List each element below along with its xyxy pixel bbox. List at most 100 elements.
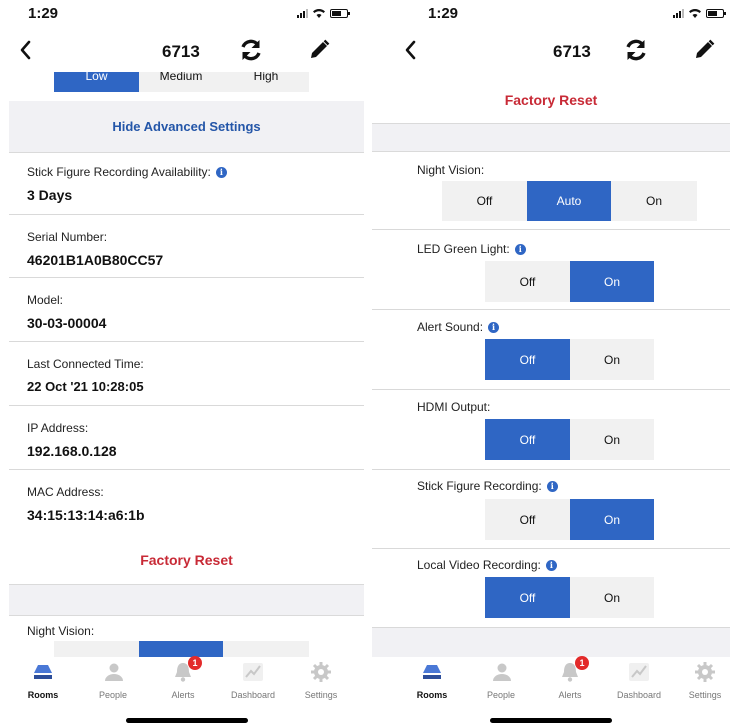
alert-sound-row: Alert Sound: i Off On <box>372 310 730 390</box>
night-vision-off-button[interactable] <box>54 641 139 657</box>
section-divider-band <box>372 123 730 152</box>
stick-figure-recording-toggle: Off On <box>485 499 654 540</box>
hdmi-output-off-button[interactable]: Off <box>485 419 570 460</box>
local-video-recording-toggle: Off On <box>485 577 654 618</box>
info-row-label: Model: <box>27 293 64 307</box>
settings-icon <box>695 662 715 682</box>
battery-icon <box>706 8 726 18</box>
alerts-badge: 1 <box>188 656 202 670</box>
info-icon[interactable]: i <box>488 321 500 333</box>
tab-label: Rooms <box>416 690 448 700</box>
info-row-last-connected: Last Connected Time: 22 Oct '21 10:28:05 <box>9 342 364 406</box>
back-arrow-icon[interactable] <box>15 38 37 62</box>
refresh-icon[interactable] <box>623 37 649 63</box>
info-row-mac-address: MAC Address: 34:15:13:14:a6:1b <box>9 470 364 533</box>
settings-scroll-area[interactable]: Factory Reset Night Vision: Off Auto On … <box>372 80 730 657</box>
toggle-label: LED Green Light: <box>417 242 510 256</box>
wifi-icon <box>313 9 325 18</box>
refresh-icon[interactable] <box>238 37 264 63</box>
local-video-recording-off-button[interactable]: Off <box>485 577 570 618</box>
info-icon[interactable]: i <box>514 243 526 255</box>
info-icon[interactable]: i <box>215 166 227 178</box>
hdmi-output-on-button[interactable]: On <box>570 419 654 460</box>
status-time: 1:29 <box>28 5 59 22</box>
night-vision-on-button[interactable]: On <box>611 181 697 221</box>
local-video-recording-row: Local Video Recording: i Off On <box>372 549 730 628</box>
factory-reset-button[interactable]: Factory Reset <box>9 552 364 568</box>
status-icons <box>673 8 726 18</box>
section-divider-band <box>372 628 730 657</box>
alert-sound-on-button[interactable]: On <box>570 339 654 380</box>
people-icon <box>105 663 123 681</box>
wifi-icon <box>689 9 701 18</box>
phone-screen-left: 1:29 6713 Low Medium High Hide Advanced … <box>9 0 364 723</box>
night-vision-off-button[interactable]: Off <box>442 181 527 221</box>
night-vision-auto-button[interactable] <box>139 641 223 657</box>
sensitivity-medium-button[interactable]: Medium <box>139 72 223 92</box>
rooms-icon <box>34 665 52 679</box>
advanced-settings-band: Hide Advanced Settings <box>9 101 364 153</box>
sensitivity-low-button[interactable]: Low <box>54 72 139 92</box>
info-icon[interactable]: i <box>546 480 558 492</box>
tab-label: Dashboard <box>616 690 662 700</box>
tab-label: Dashboard <box>230 690 276 700</box>
toggle-label: Local Video Recording: <box>417 558 541 572</box>
home-indicator <box>125 718 248 723</box>
home-indicator <box>490 718 612 723</box>
back-arrow-icon[interactable] <box>400 38 422 62</box>
stick-figure-recording-on-button[interactable]: On <box>570 499 654 540</box>
phone-screen-right: 1:29 6713 Factory Reset Night Vision: Of… <box>372 0 730 723</box>
factory-reset-button[interactable]: Factory Reset <box>372 92 730 108</box>
night-vision-segmented-control <box>54 641 309 657</box>
tab-label: Settings <box>688 690 722 700</box>
sensitivity-segmented-control: Low Medium High <box>54 72 309 92</box>
info-row-model: Model: 30-03-00004 <box>9 278 364 342</box>
info-icon[interactable]: i <box>545 559 557 571</box>
led-green-light-off-button[interactable]: Off <box>485 261 570 302</box>
bottom-tab-bar: Rooms People 1 Alerts Dashboard Settings <box>372 656 730 723</box>
info-row-label: Serial Number: <box>27 230 108 244</box>
tab-label: Alerts <box>558 690 582 700</box>
local-video-recording-on-button[interactable]: On <box>570 577 654 618</box>
device-title: 6713 <box>553 42 591 61</box>
tab-label: Settings <box>304 690 338 700</box>
hdmi-output-row: HDMI Output: Off On <box>372 390 730 470</box>
info-row-value: 30-03-00004 <box>27 315 107 331</box>
battery-icon <box>330 8 350 18</box>
led-green-light-row: LED Green Light: i Off On <box>372 230 730 310</box>
night-vision-label: Night Vision: <box>27 624 95 638</box>
rooms-icon <box>423 665 441 679</box>
settings-scroll-area[interactable]: Low Medium High Hide Advanced Settings S… <box>9 72 364 657</box>
edit-pencil-icon[interactable] <box>692 38 716 62</box>
alert-sound-off-button[interactable]: Off <box>485 339 570 380</box>
status-icons <box>297 8 350 18</box>
signal-icon <box>673 8 684 18</box>
tab-label: Alerts <box>171 690 195 700</box>
signal-icon <box>297 8 308 18</box>
info-row-recording-availability: Stick Figure Recording Availability: i 3… <box>9 153 364 215</box>
led-green-light-on-button[interactable]: On <box>570 261 654 302</box>
hide-advanced-settings-link[interactable]: Hide Advanced Settings <box>9 119 364 134</box>
sensitivity-high-button[interactable]: High <box>223 72 309 92</box>
info-row-serial-number: Serial Number: 46201B1A0B80CC57 <box>9 215 364 278</box>
edit-pencil-icon[interactable] <box>307 38 331 62</box>
hdmi-output-toggle: Off On <box>485 419 654 460</box>
info-row-label: Stick Figure Recording Availability: <box>27 165 211 179</box>
nav-bar: 6713 <box>372 30 730 70</box>
alert-sound-toggle: Off On <box>485 339 654 380</box>
status-time: 1:29 <box>428 5 459 22</box>
info-row-label: MAC Address: <box>27 485 104 499</box>
night-vision-auto-button[interactable]: Auto <box>527 181 611 221</box>
tab-label: People <box>486 690 516 700</box>
stick-figure-recording-off-button[interactable]: Off <box>485 499 570 540</box>
stick-figure-recording-row: Stick Figure Recording: i Off On <box>372 470 730 549</box>
info-row-value: 3 Days <box>27 187 73 203</box>
night-vision-label: Night Vision: <box>417 163 485 177</box>
tab-label: People <box>98 690 128 700</box>
info-row-label: IP Address: <box>27 421 89 435</box>
bottom-tab-bar: Rooms People 1 Alerts Dashboard Settings <box>9 656 364 723</box>
info-row-ip-address: IP Address: 192.168.0.128 <box>9 406 364 470</box>
device-title: 6713 <box>162 42 200 61</box>
night-vision-segmented-control: Off Auto On <box>442 181 697 221</box>
night-vision-on-button[interactable] <box>223 641 309 657</box>
